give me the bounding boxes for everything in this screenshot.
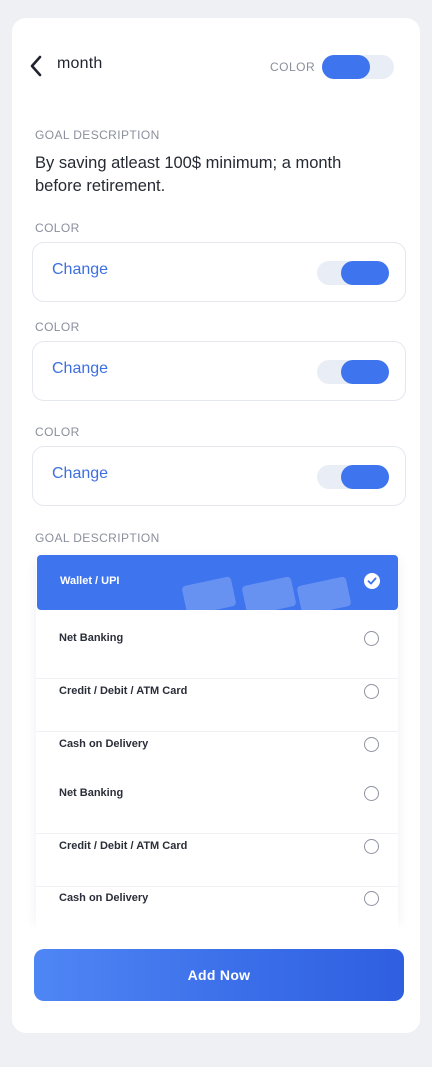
header: month COLOR [12,18,420,113]
payment-method-list: Wallet / UPI Net Banking Credit / Debit … [36,555,398,939]
wallet-icon [182,576,236,610]
radio-button[interactable] [364,631,379,646]
radio-button[interactable] [364,786,379,801]
color-option-3: Change [32,446,406,506]
payment-option-card-2[interactable]: Credit / Debit / ATM Card [36,835,398,887]
payment-option-cod[interactable]: Cash on Delivery [36,733,398,785]
payment-option-label: Net Banking [59,787,124,799]
page-title: month [57,55,103,72]
color-option-1: Change [32,242,406,302]
color-toggle-3[interactable] [317,465,389,489]
add-now-button[interactable]: Add Now [34,949,404,1001]
toggle-knob [341,261,389,285]
payment-option-net-banking-2[interactable]: Net Banking [36,782,398,834]
payment-section-label: GOAL DESCRIPTION [35,531,160,545]
payment-option-label: Cash on Delivery [59,738,149,750]
checkmark-icon [364,573,380,589]
toggle-knob [341,360,389,384]
color-label-3: COLOR [35,425,80,439]
payment-option-label: Net Banking [59,632,124,644]
color-label-2: COLOR [35,320,80,334]
goal-card: month COLOR GOAL DESCRIPTION By saving a… [12,18,420,1033]
payment-option-wallet[interactable]: Wallet / UPI [37,555,398,610]
payment-option-net-banking[interactable]: Net Banking [36,627,398,679]
payment-option-label: Cash on Delivery [59,892,149,904]
radio-button[interactable] [364,684,379,699]
change-button-1[interactable]: Change [52,261,108,279]
chevron-left-icon [30,55,42,77]
goal-description-label: GOAL DESCRIPTION [35,128,160,142]
payment-option-card[interactable]: Credit / Debit / ATM Card [36,680,398,732]
header-color-toggle[interactable] [322,55,394,79]
toggle-knob [322,55,370,79]
color-toggle-1[interactable] [317,261,389,285]
header-color-label: COLOR [270,60,316,74]
radio-button[interactable] [364,737,379,752]
payment-option-label: Credit / Debit / ATM Card [59,840,188,852]
color-label-1: COLOR [35,221,80,235]
toggle-knob [341,465,389,489]
payment-option-label: Credit / Debit / ATM Card [59,685,188,697]
color-toggle-2[interactable] [317,360,389,384]
change-button-2[interactable]: Change [52,360,108,378]
payment-option-label: Wallet / UPI [60,575,120,587]
goal-description-text: By saving atleast 100$ minimum; a month … [35,154,342,195]
back-button[interactable] [24,52,48,80]
wallet-icon [297,576,351,610]
payment-option-cod-2[interactable]: Cash on Delivery [36,887,398,939]
color-option-2: Change [32,341,406,401]
change-button-3[interactable]: Change [52,465,108,483]
wallet-icon [242,576,296,610]
radio-button[interactable] [364,891,379,906]
radio-button[interactable] [364,839,379,854]
